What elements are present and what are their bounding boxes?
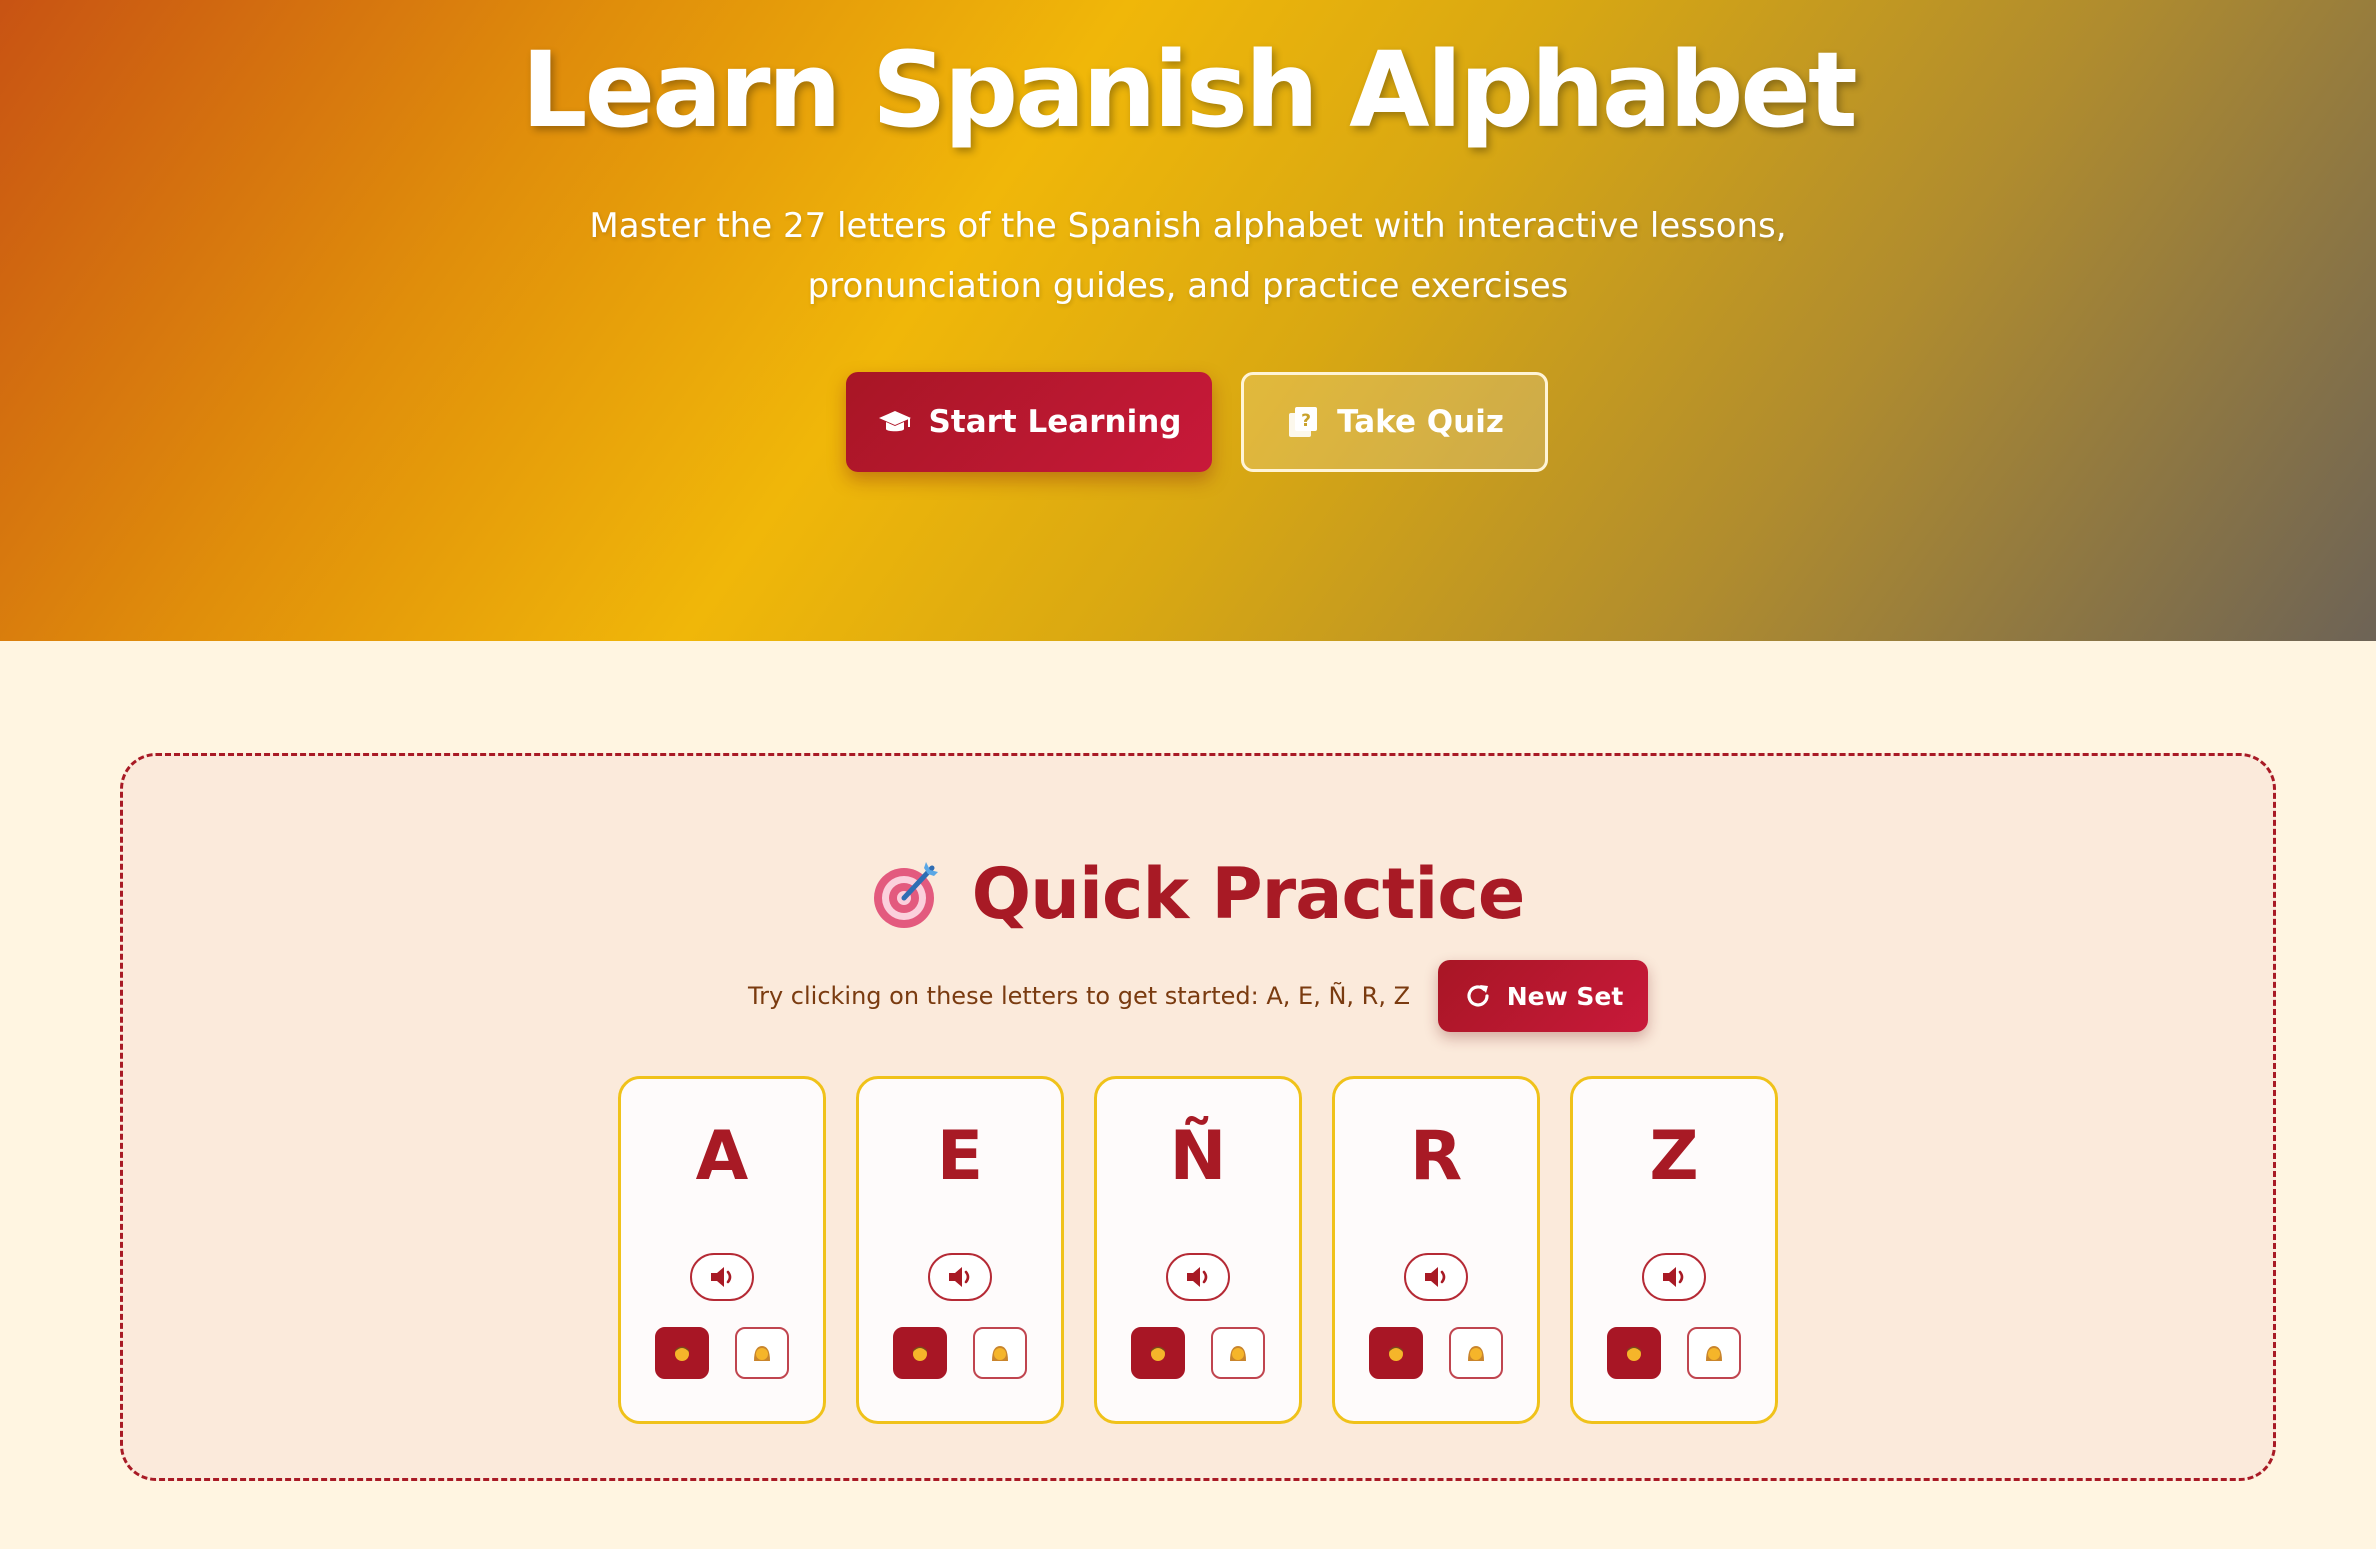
- speaker-button[interactable]: [928, 1253, 992, 1301]
- svg-text:?: ?: [1301, 411, 1311, 431]
- letter-card[interactable]: R: [1332, 1076, 1540, 1424]
- female-voice-button[interactable]: [973, 1327, 1027, 1379]
- female-voice-button[interactable]: [1449, 1327, 1503, 1379]
- letter-card[interactable]: Z: [1570, 1076, 1778, 1424]
- man-face-icon: [1151, 1346, 1165, 1361]
- female-voice-button[interactable]: [1211, 1327, 1265, 1379]
- card-letter: Z: [1649, 1117, 1699, 1196]
- man-face-icon: [913, 1346, 927, 1361]
- woman-face-icon: [992, 1346, 1008, 1361]
- card-letter: A: [695, 1117, 749, 1196]
- start-learning-button[interactable]: Start Learning: [846, 372, 1212, 472]
- refresh-icon: [1463, 981, 1493, 1011]
- practice-hint: Try clicking on these letters to get sta…: [747, 982, 1411, 1010]
- female-voice-button[interactable]: [1687, 1327, 1741, 1379]
- man-face-icon: [675, 1346, 689, 1361]
- card-letter: Ñ: [1169, 1117, 1227, 1196]
- woman-face-icon: [1468, 1346, 1484, 1361]
- card-letter: E: [936, 1117, 984, 1196]
- speaker-icon: [1187, 1267, 1208, 1287]
- speaker-icon: [1425, 1267, 1446, 1287]
- target-icon: [872, 858, 944, 930]
- male-voice-button[interactable]: [655, 1327, 709, 1379]
- practice-controls: Try clicking on these letters to get sta…: [123, 960, 2273, 1032]
- woman-face-icon: [1706, 1346, 1722, 1361]
- graduation-cap-icon: [877, 404, 913, 440]
- female-voice-button[interactable]: [735, 1327, 789, 1379]
- new-set-button[interactable]: New Set: [1438, 960, 1649, 1032]
- quiz-icon: ?: [1285, 404, 1321, 440]
- letter-card[interactable]: A: [618, 1076, 826, 1424]
- letter-card[interactable]: E: [856, 1076, 1064, 1424]
- practice-title: Quick Practice: [971, 853, 1526, 935]
- hero-subtitle: Master the 27 letters of the Spanish alp…: [589, 206, 1787, 306]
- male-voice-button[interactable]: [1607, 1327, 1661, 1379]
- take-quiz-button[interactable]: ? Take Quiz: [1241, 372, 1548, 472]
- speaker-button[interactable]: [1642, 1253, 1706, 1301]
- woman-face-icon: [754, 1346, 770, 1361]
- speaker-icon: [949, 1267, 970, 1287]
- speaker-icon: [711, 1267, 732, 1287]
- speaker-button[interactable]: [1404, 1253, 1468, 1301]
- hero-section: Learn Spanish Alphabet Master the 27 let…: [0, 0, 2376, 641]
- take-quiz-label: Take Quiz: [1337, 404, 1504, 440]
- letter-cards: A E Ñ R Z: [123, 1076, 2273, 1424]
- start-learning-label: Start Learning: [928, 404, 1182, 440]
- male-voice-button[interactable]: [1131, 1327, 1185, 1379]
- new-set-label: New Set: [1506, 981, 1624, 1011]
- speaker-button[interactable]: [690, 1253, 754, 1301]
- hero-title: Learn Spanish Alphabet: [521, 29, 1857, 151]
- man-face-icon: [1389, 1346, 1403, 1361]
- speaker-icon: [1663, 1267, 1684, 1287]
- quick-practice-panel: Quick Practice Try clicking on these let…: [120, 753, 2276, 1481]
- woman-face-icon: [1230, 1346, 1246, 1361]
- male-voice-button[interactable]: [1369, 1327, 1423, 1379]
- speaker-button[interactable]: [1166, 1253, 1230, 1301]
- practice-heading: Quick Practice: [123, 854, 2273, 934]
- letter-card[interactable]: Ñ: [1094, 1076, 1302, 1424]
- male-voice-button[interactable]: [893, 1327, 947, 1379]
- card-letter: R: [1409, 1117, 1463, 1196]
- man-face-icon: [1627, 1346, 1641, 1361]
